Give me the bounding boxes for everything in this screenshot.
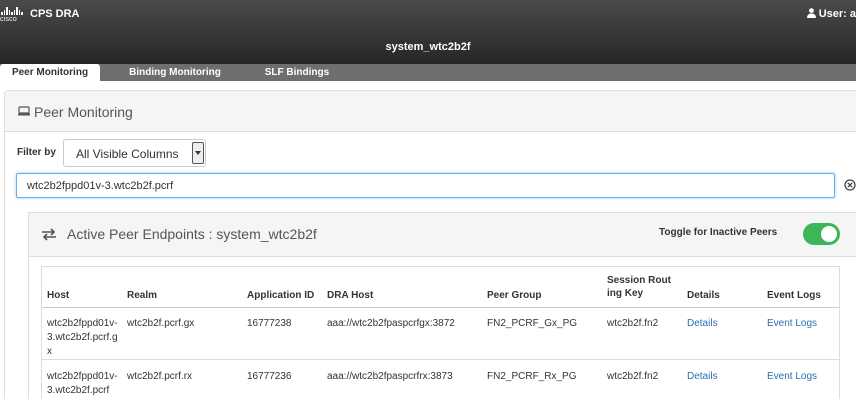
dropdown-caret-icon bbox=[195, 151, 201, 155]
peer-table: Host Realm Application ID DRA Host Peer … bbox=[41, 266, 840, 399]
details-link[interactable]: Details bbox=[687, 370, 718, 384]
app-title: CPS DRA bbox=[30, 8, 80, 20]
details-link[interactable]: Details bbox=[687, 317, 718, 331]
filter-select[interactable]: All Visible Columns bbox=[63, 139, 206, 167]
user-label: User: a bbox=[818, 8, 856, 20]
tab-label: SLF Bindings bbox=[264, 67, 330, 78]
cell-peer-group: FN2_PCRF_Gx_PG bbox=[487, 318, 578, 329]
endpoints-title: Active Peer Endpoints : system_wtc2b2f bbox=[67, 226, 317, 242]
filter-select-value: All Visible Columns bbox=[76, 147, 179, 161]
cell-session-routing-key: wtc2b2f.fn2 bbox=[607, 318, 659, 329]
user-icon bbox=[806, 8, 816, 18]
table-row: wtc2b2fppd01v-3.wtc2b2f.pcrf wtc2b2f.pcr… bbox=[42, 361, 839, 399]
brand-text: cisco bbox=[0, 16, 17, 23]
cell-host: wtc2b2fppd01v-3.wtc2b2f.pcrf.gx bbox=[47, 318, 118, 357]
event-logs-link[interactable]: Event Logs bbox=[767, 317, 817, 331]
user-menu[interactable]: User: a bbox=[806, 8, 856, 20]
column-header-event-logs[interactable]: Event Logs bbox=[767, 289, 821, 302]
clear-icon[interactable] bbox=[844, 179, 856, 191]
cell-realm: wtc2b2f.pcrf.gx bbox=[127, 318, 195, 329]
event-logs-link[interactable]: Event Logs bbox=[767, 370, 817, 384]
column-header-realm[interactable]: Realm bbox=[127, 289, 157, 302]
cell-peer-group: FN2_PCRF_Rx_PG bbox=[487, 371, 577, 382]
tab-bar: Peer Monitoring Binding Monitoring SLF B… bbox=[0, 64, 856, 81]
column-header-session-routing-key[interactable]: Session Rout ing Key bbox=[607, 274, 677, 300]
cell-dra-host: aaa://wtc2b2fpaspcrfgx:3872 bbox=[327, 318, 455, 329]
endpoints-header: Active Peer Endpoints : system_wtc2b2f T… bbox=[29, 213, 856, 257]
filter-label: Filter by bbox=[17, 147, 56, 158]
cisco-logo-icon: cisco bbox=[0, 7, 24, 25]
tab-label: Binding Monitoring bbox=[129, 67, 221, 78]
column-header-details[interactable]: Details bbox=[687, 289, 720, 302]
tab-binding-monitoring[interactable]: Binding Monitoring bbox=[114, 64, 236, 81]
cell-application-id: 16777238 bbox=[247, 318, 292, 329]
cell-dra-host: aaa://wtc2b2fpaspcrfrx:3873 bbox=[327, 371, 453, 382]
monitor-icon bbox=[18, 106, 30, 116]
tab-peer-monitoring[interactable]: Peer Monitoring bbox=[0, 64, 100, 81]
column-header-peer-group[interactable]: Peer Group bbox=[487, 289, 541, 302]
dropdown-button[interactable] bbox=[192, 142, 204, 164]
cell-realm: wtc2b2f.pcrf.rx bbox=[127, 371, 193, 382]
swap-arrows-icon bbox=[42, 228, 56, 241]
toggle-label: Toggle for Inactive Peers bbox=[659, 227, 778, 238]
top-bar: cisco CPS DRA User: a system_wtc2b2f bbox=[0, 0, 856, 64]
inactive-peers-toggle[interactable] bbox=[803, 223, 840, 245]
panel-title: Peer Monitoring bbox=[34, 104, 133, 120]
cell-session-routing-key: wtc2b2f.fn2 bbox=[607, 371, 659, 382]
system-title: system_wtc2b2f bbox=[385, 41, 471, 53]
cell-application-id: 16777236 bbox=[247, 371, 292, 382]
tab-slf-bindings[interactable]: SLF Bindings bbox=[254, 64, 340, 81]
column-header-application-id[interactable]: Application ID bbox=[247, 289, 314, 302]
column-header-dra-host[interactable]: DRA Host bbox=[327, 289, 373, 302]
table-row: wtc2b2fppd01v-3.wtc2b2f.pcrf.gx wtc2b2f.… bbox=[42, 308, 839, 360]
cell-host: wtc2b2fppd01v-3.wtc2b2f.pcrf bbox=[47, 371, 118, 396]
panel-header: Peer Monitoring bbox=[5, 91, 856, 132]
toggle-knob bbox=[821, 226, 837, 242]
tab-label: Peer Monitoring bbox=[11, 67, 89, 78]
column-header-host[interactable]: Host bbox=[47, 289, 69, 302]
search-input[interactable] bbox=[16, 173, 835, 198]
